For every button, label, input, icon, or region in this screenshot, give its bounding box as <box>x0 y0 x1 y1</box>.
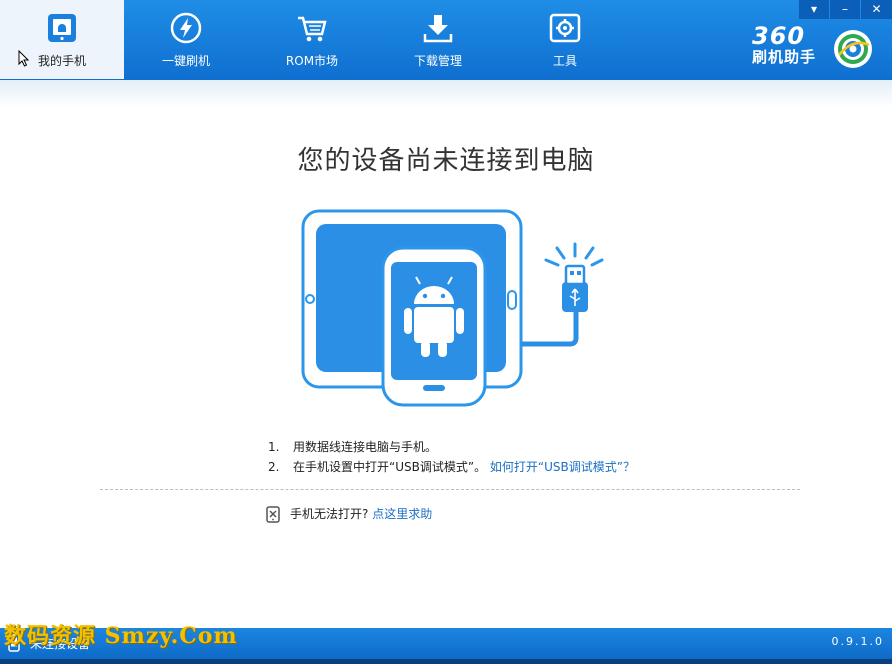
header-shadow <box>0 80 892 108</box>
tab-one-click-flash-label: 一键刷机 <box>161 54 210 68</box>
step-2-number: 2. <box>268 460 280 474</box>
menu-dropdown-button[interactable]: ▾ <box>799 0 829 19</box>
cart-icon <box>298 16 327 42</box>
flash-icon <box>170 12 202 44</box>
tab-rom-market[interactable]: ROM市场 <box>250 0 374 79</box>
tab-download-manager-label: 下载管理 <box>413 54 462 68</box>
step-1-text: 用数据线连接电脑与手机。 <box>293 440 438 454</box>
step-2: 2. 在手机设置中打开“USB调试模式”。 如何打开“USB调试模式”？ <box>268 457 635 477</box>
tab-my-phone[interactable]: 我的手机 <box>0 0 124 79</box>
dashed-divider <box>100 489 800 490</box>
minimize-button[interactable]: – <box>830 0 860 19</box>
status-bar-edge <box>0 659 892 664</box>
tab-download-manager[interactable]: 下载管理 <box>376 0 500 79</box>
version-label: 0.9.1.0 <box>831 635 884 648</box>
step-1-number: 1. <box>268 440 280 454</box>
tab-one-click-flash[interactable]: 一键刷机 <box>124 0 248 79</box>
tab-rom-market-label: ROM市场 <box>285 54 339 68</box>
brand-ball-icon <box>834 30 872 68</box>
help-row: 手机无法打开? 点这里求助 <box>266 505 432 523</box>
brand-number: 360 <box>752 22 806 50</box>
download-icon <box>423 15 453 43</box>
tab-tools[interactable]: 工具 <box>503 0 627 79</box>
mouse-cursor-icon <box>18 50 29 67</box>
toolbox-icon <box>549 13 581 43</box>
step-1: 1. 用数据线连接电脑与手机。 <box>268 437 635 457</box>
tab-tools-label: 工具 <box>552 54 577 68</box>
help-text: 手机无法打开? <box>290 507 369 521</box>
brand-logo-text: 360 刷机助手 <box>752 24 832 74</box>
device-connection-illustration <box>301 209 604 407</box>
close-button[interactable]: ✕ <box>861 0 892 19</box>
connection-steps: 1. 用数据线连接电脑与手机。 2. 在手机设置中打开“USB调试模式”。 如何打开… <box>268 437 635 477</box>
step-2-text: 在手机设置中打开“USB调试模式”。 <box>293 460 487 474</box>
top-navigation-bar: 我的手机 一键刷机 ROM市场 下载管理 工具 ▾ – ✕ 360 刷机助手 <box>0 0 892 80</box>
usb-debug-help-link[interactable]: 如何打开“USB调试模式”？ <box>490 460 635 474</box>
broken-phone-icon <box>266 506 280 523</box>
phone-icon <box>48 14 76 42</box>
help-link[interactable]: 点这里求助 <box>372 507 432 521</box>
page-title: 您的设备尚未连接到电脑 <box>297 146 595 176</box>
watermark-text: 数码资源 Smzy.Com <box>4 623 238 649</box>
brand-name: 刷机助手 <box>752 48 817 66</box>
